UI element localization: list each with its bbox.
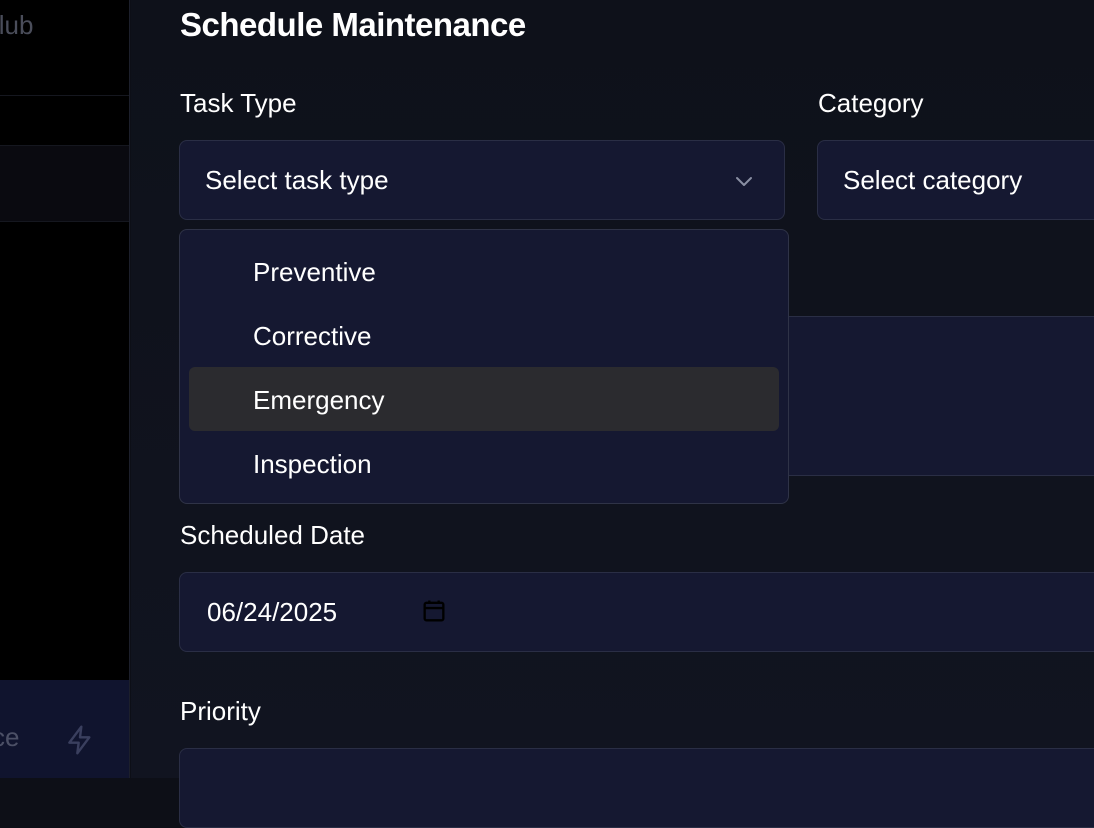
category-label: Category <box>818 88 924 118</box>
option-label: Corrective <box>253 321 372 351</box>
option-label: Emergency <box>253 385 385 415</box>
option-label: Inspection <box>253 449 372 479</box>
category-placeholder: Select category <box>843 165 1023 195</box>
sidebar-brand: Club <box>0 10 34 40</box>
sidebar-divider <box>0 95 129 96</box>
task-type-dropdown: Preventive Corrective Emergency Inspecti… <box>179 229 789 504</box>
option-corrective[interactable]: Corrective <box>189 303 779 367</box>
bolt-icon <box>68 725 91 755</box>
priority-select[interactable] <box>179 748 1094 828</box>
option-emergency[interactable]: Emergency <box>189 367 779 431</box>
option-label: Preventive <box>253 257 376 287</box>
task-type-placeholder: Select task type <box>205 165 389 195</box>
category-select[interactable]: Select category <box>817 140 1094 220</box>
dialog-title: Schedule Maintenance <box>180 6 526 43</box>
calendar-icon[interactable] <box>420 597 448 625</box>
scheduled-date-input[interactable]: 06/24/2025 <box>179 572 1094 652</box>
upgrade-label: ce <box>0 722 20 752</box>
priority-label: Priority <box>180 696 261 726</box>
option-inspection[interactable]: Inspection <box>189 431 779 495</box>
chevron-down-icon <box>736 177 752 186</box>
scheduled-date-label: Scheduled Date <box>180 520 366 550</box>
task-type-label: Task Type <box>180 88 297 118</box>
option-preventive[interactable]: Preventive <box>189 239 779 303</box>
sidebar-active-item <box>0 145 129 222</box>
task-type-select[interactable]: Select task type <box>179 140 785 220</box>
description-field[interactable] <box>779 316 1094 476</box>
scheduled-date-value: 06/24/2025 <box>207 597 338 627</box>
app-sidebar: Club ce <box>0 0 130 778</box>
